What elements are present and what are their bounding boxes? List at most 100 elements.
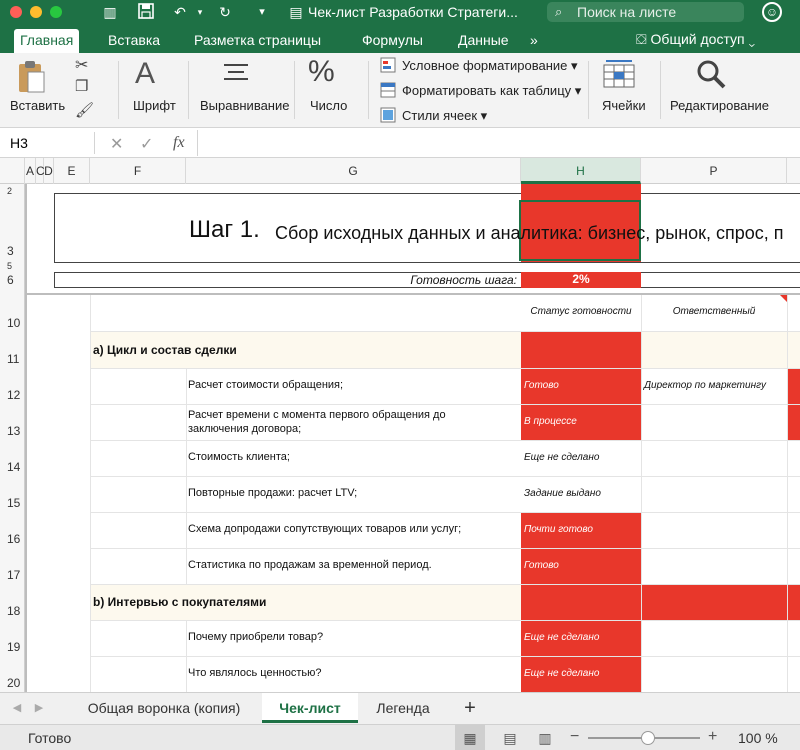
feedback-smiley-icon[interactable]: ☺ xyxy=(762,2,782,22)
undo-icon[interactable]: ↶ xyxy=(170,3,190,21)
zoom-slider-handle[interactable] xyxy=(641,731,655,745)
row-header[interactable]: 15 xyxy=(0,496,25,512)
zoom-level[interactable]: 100 % xyxy=(738,730,778,746)
tab-page-layout[interactable]: Разметка страницы xyxy=(188,29,327,53)
scroll-tabs-right-icon[interactable]: ▶ xyxy=(30,693,48,723)
document-icon: ▤ xyxy=(289,4,303,20)
copy-icon[interactable]: ❐ xyxy=(75,77,88,95)
task-text: Повторные продажи: расчет LTV; xyxy=(188,487,358,499)
row-header[interactable]: 16 xyxy=(0,532,25,548)
ribbon: Вставить ✂ ❐ 🖌 A Шрифт Выравнивание % Чи… xyxy=(0,53,800,128)
sheet-tab-legend[interactable]: Легенда xyxy=(358,693,448,723)
close-window-button[interactable] xyxy=(10,6,22,18)
row-header[interactable]: 6 xyxy=(0,272,25,288)
formula-input[interactable] xyxy=(197,130,792,156)
format-table-icon xyxy=(380,82,398,98)
select-all-corner[interactable] xyxy=(0,158,25,184)
column-header-f[interactable]: F xyxy=(90,158,186,184)
add-sheet-button[interactable]: + xyxy=(452,693,488,723)
row-header[interactable]: 20 xyxy=(0,676,25,692)
font-icon: A xyxy=(135,57,156,90)
column-header-e[interactable]: E xyxy=(54,158,90,184)
sidebar-icon[interactable]: ▥ xyxy=(100,3,120,21)
tab-more[interactable]: » xyxy=(524,29,544,53)
zoom-window-button[interactable] xyxy=(50,6,62,18)
row-header[interactable]: 17 xyxy=(0,568,25,584)
column-header-h[interactable]: H xyxy=(521,158,641,184)
row-header[interactable]: 5 xyxy=(0,262,25,271)
zoom-in-icon[interactable]: + xyxy=(708,728,717,746)
sheet-tab-checklist[interactable]: Чек-лист xyxy=(262,693,358,723)
grid-line xyxy=(641,295,642,692)
alignment-group[interactable]: Выравнивание xyxy=(196,53,290,128)
cancel-icon[interactable]: ✕ xyxy=(110,134,123,154)
grid-line xyxy=(90,620,800,621)
ribbon-separator xyxy=(588,61,589,119)
status-text: Еще не сделано xyxy=(524,632,600,643)
paste-label[interactable]: Вставить xyxy=(10,98,65,113)
cell-styles-button[interactable]: Стили ячеек ▾ xyxy=(380,107,487,124)
owner-text: Директор по маркетингу xyxy=(644,380,766,391)
column-header-p[interactable]: P xyxy=(641,158,787,184)
editing-group[interactable]: Редактирование xyxy=(666,53,776,128)
cells-group[interactable]: Ячейки xyxy=(596,53,656,128)
section-b-status xyxy=(521,584,641,620)
page-layout-view-icon[interactable]: ▤ xyxy=(495,725,525,750)
row-header[interactable]: 11 xyxy=(0,352,25,368)
column-header-q[interactable] xyxy=(787,158,800,184)
name-box[interactable]: H3 xyxy=(0,132,95,154)
customize-toolbar-icon[interactable]: ▾ xyxy=(252,3,272,21)
grid-line xyxy=(186,620,187,692)
excel-window: ▥ ↶ ▾ ↻ ▾ ▤ Чек-лист Разработки Стратеги… xyxy=(0,0,800,750)
format-painter-icon[interactable]: 🖌 xyxy=(75,101,94,119)
ribbon-separator xyxy=(368,61,369,119)
confirm-icon[interactable]: ✓ xyxy=(140,134,153,154)
font-group[interactable]: A Шрифт xyxy=(125,53,185,128)
column-header-d[interactable]: D xyxy=(44,158,54,184)
save-icon[interactable] xyxy=(136,3,156,21)
tab-formulas[interactable]: Формулы xyxy=(356,29,429,53)
row-header[interactable]: 19 xyxy=(0,640,25,656)
row-header[interactable]: 18 xyxy=(0,604,25,620)
function-icon[interactable]: fx xyxy=(173,134,185,152)
tab-home[interactable]: Главная xyxy=(14,29,80,53)
share-button[interactable]: ⛋ Общий доступ ⌄ xyxy=(636,29,755,49)
row-header[interactable]: 13 xyxy=(0,424,25,440)
column-header-a[interactable]: A xyxy=(25,158,36,184)
row-header[interactable]: 3 xyxy=(0,244,25,262)
tab-data[interactable]: Данные xyxy=(452,29,515,53)
alignment-label: Выравнивание xyxy=(200,98,290,113)
cells-icon xyxy=(602,59,636,94)
number-group[interactable]: % Число xyxy=(300,53,360,128)
normal-view-icon[interactable]: ▦ xyxy=(455,725,485,750)
tab-insert[interactable]: Вставка xyxy=(102,29,166,53)
redo-icon[interactable]: ↻ xyxy=(215,3,235,21)
next-column-cell xyxy=(788,369,800,404)
owner-column-header: Ответственный xyxy=(672,306,756,317)
worksheet[interactable]: Шаг 1. Сбор исходных данных и аналитика:… xyxy=(25,184,800,692)
row-header[interactable]: 10 xyxy=(0,316,25,332)
cells-label: Ячейки xyxy=(602,98,646,113)
grid-line xyxy=(90,440,800,441)
cut-icon[interactable]: ✂ xyxy=(75,55,88,75)
search-input[interactable]: ⌕ Поиск на листе xyxy=(547,2,744,22)
undo-dropdown-icon[interactable]: ▾ xyxy=(190,3,210,21)
format-as-table-button[interactable]: Форматировать как таблицу ▾ xyxy=(380,82,581,99)
row-header[interactable]: 14 xyxy=(0,460,25,476)
zoom-out-icon[interactable]: − xyxy=(570,728,579,746)
magnifier-icon xyxy=(696,59,726,94)
row-header[interactable]: 12 xyxy=(0,388,25,404)
page-break-view-icon[interactable]: ▥ xyxy=(530,725,560,750)
scroll-tabs-left-icon[interactable]: ◀ xyxy=(8,693,26,723)
conditional-formatting-button[interactable]: Условное форматирование ▾ xyxy=(380,57,578,74)
cell-styles-label: Стили ячеек xyxy=(402,108,478,123)
minimize-window-button[interactable] xyxy=(30,6,42,18)
paste-icon[interactable] xyxy=(16,59,46,95)
search-icon: ⌕ xyxy=(555,4,563,19)
sheet-tab-funnel-copy[interactable]: Общая воронка (копия) xyxy=(66,693,262,723)
status-bar: Готово ▦ ▤ ▥ − + 100 % xyxy=(0,724,800,750)
column-header-g[interactable]: G xyxy=(186,158,521,184)
status-column-header: Статус готовности xyxy=(530,306,632,317)
row-header[interactable]: 2 xyxy=(0,186,25,196)
column-header-c[interactable]: C xyxy=(36,158,45,184)
